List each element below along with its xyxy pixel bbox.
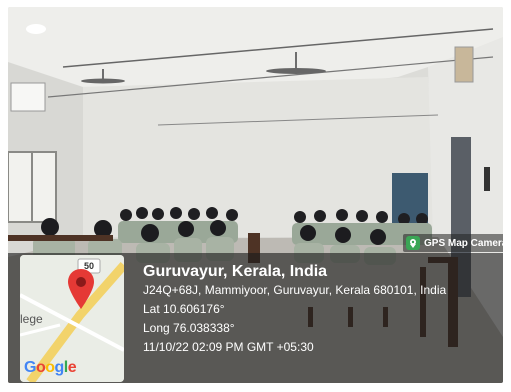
gps-map-camera-icon	[406, 236, 420, 250]
photo-frame: GPS Map Camera 50 lege Google Guruvayur,…	[8, 7, 503, 383]
timestamp-line: 11/10/22 02:09 PM GMT +05:30	[143, 340, 314, 354]
map-thumbnail: 50 lege Google	[20, 255, 124, 382]
gps-map-camera-badge: GPS Map Camera	[403, 234, 503, 252]
google-logo: Google	[24, 359, 77, 376]
gps-map-camera-label: GPS Map Camera	[424, 237, 503, 249]
location-info: Guruvayur, Kerala, India J24Q+68J, Mammi…	[143, 262, 446, 357]
map-place-fragment: lege	[20, 312, 43, 326]
place-name: Guruvayur, Kerala, India	[143, 263, 328, 280]
address-line: J24Q+68J, Mammiyoor, Guruvayur, Kerala 6…	[143, 283, 447, 297]
longitude-line: Long 76.038338°	[143, 321, 235, 335]
location-pin-icon	[68, 269, 94, 309]
latitude-line: Lat 10.606176°	[143, 302, 225, 316]
